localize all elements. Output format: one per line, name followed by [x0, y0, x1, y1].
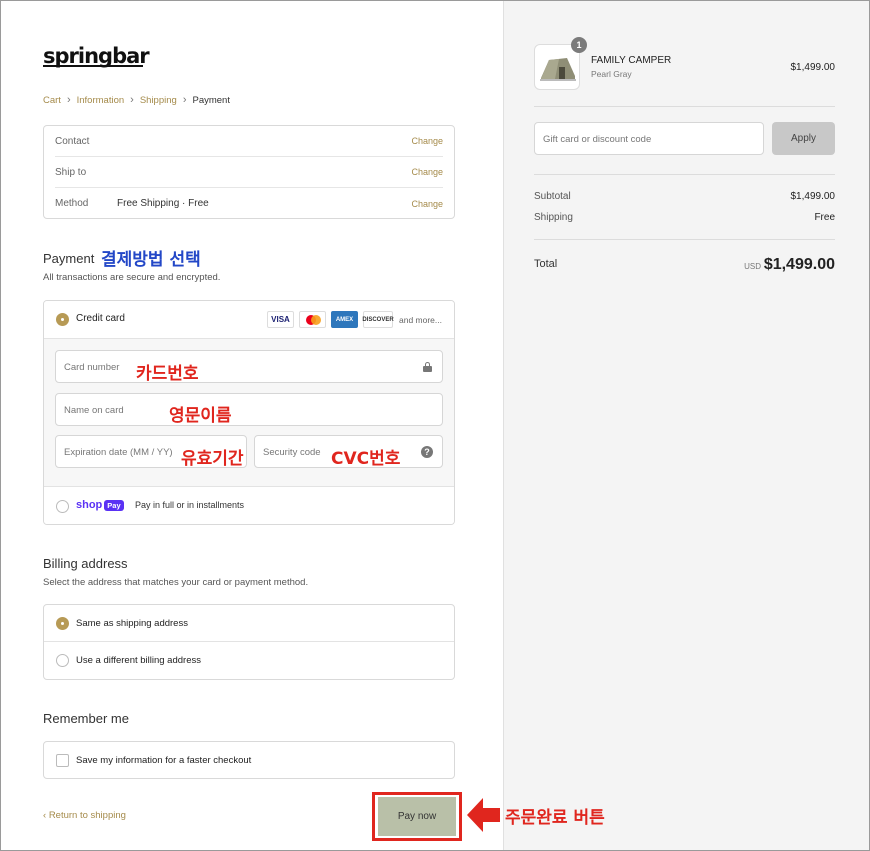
review-row-shipto: Ship to Change: [55, 157, 443, 188]
mastercard-icon: [299, 311, 326, 328]
checkout-main: springbar Cart › Information › Shipping …: [0, 0, 503, 851]
billing-options: Same as shipping address Use a different…: [43, 604, 455, 680]
review-row-contact: Contact Change: [55, 126, 443, 157]
lock-icon: [423, 362, 432, 372]
billing-subtitle: Select the address that matches your car…: [43, 577, 309, 588]
discount-code-input[interactable]: Gift card or discount code: [534, 122, 764, 155]
billing-same-option[interactable]: Same as shipping address: [44, 605, 454, 642]
security-code-placeholder: Security code: [263, 447, 321, 458]
product-price: $1,499.00: [790, 62, 836, 73]
shop-pay-option[interactable]: shop Pay Pay in full or in installments: [44, 487, 454, 524]
credit-card-label: Credit card: [76, 313, 125, 324]
quantity-badge: 1: [571, 37, 587, 53]
divider: [534, 174, 835, 175]
breadcrumb-cart[interactable]: Cart: [43, 95, 61, 106]
change-method-link[interactable]: Change: [411, 199, 443, 209]
pay-now-button[interactable]: Pay now: [378, 797, 456, 836]
name-on-card-annotation: 영문이름: [169, 406, 232, 426]
name-on-card-input[interactable]: Name on card: [55, 393, 443, 426]
expiration-placeholder: Expiration date (MM / YY): [64, 447, 173, 458]
help-question-icon[interactable]: ?: [421, 446, 433, 458]
expiration-annotation: 유효기간: [181, 449, 244, 469]
payment-methods: Credit card VISA AMEX DISCOVER and more.…: [43, 300, 455, 525]
subtotal-label: Subtotal: [534, 191, 571, 202]
breadcrumb-shipping[interactable]: Shipping: [140, 95, 177, 106]
breadcrumb-payment: Payment: [192, 94, 230, 106]
arrow-left-icon: [467, 798, 500, 832]
product-variant: Pearl Gray: [591, 69, 632, 79]
chevron-right-icon: ›: [182, 94, 187, 106]
shop-pay-logo: shop Pay: [76, 499, 124, 511]
billing-different-label: Use a different billing address: [76, 655, 201, 666]
billing-same-label: Same as shipping address: [76, 618, 188, 629]
remember-label: Save my information for a faster checkou…: [76, 755, 252, 766]
discover-icon: DISCOVER: [362, 311, 394, 328]
chevron-right-icon: ›: [130, 94, 134, 106]
shop-pay-radio[interactable]: [56, 500, 69, 513]
billing-different-radio[interactable]: [56, 654, 69, 667]
subtotal-value: $1,499.00: [790, 191, 836, 202]
discount-placeholder: Gift card or discount code: [543, 134, 652, 145]
shipping-label: Shipping: [534, 212, 573, 223]
chevron-right-icon: ›: [66, 94, 71, 106]
apply-button[interactable]: Apply: [772, 122, 835, 155]
breadcrumb-information[interactable]: Information: [77, 95, 125, 106]
total-currency: USD: [744, 262, 761, 271]
card-number-annotation: 카드번호: [136, 364, 199, 384]
visa-icon: VISA: [267, 311, 294, 328]
shipping-value: Free: [814, 212, 835, 223]
name-on-card-placeholder: Name on card: [64, 405, 124, 416]
payment-annotation: 결제방법 선택: [101, 250, 201, 270]
card-number-input[interactable]: Card number: [55, 350, 443, 383]
divider: [534, 106, 835, 107]
amex-icon: AMEX: [331, 311, 358, 328]
card-number-placeholder: Card number: [64, 362, 120, 373]
product-name: FAMILY CAMPER: [591, 55, 672, 66]
shop-pay-text: Pay in full or in installments: [135, 500, 245, 510]
remember-checkbox[interactable]: [56, 754, 69, 767]
credit-card-radio[interactable]: [56, 313, 69, 326]
credit-card-option[interactable]: Credit card VISA AMEX DISCOVER and more.…: [44, 301, 454, 339]
breadcrumb: Cart › Information › Shipping › Payment: [43, 94, 230, 106]
remember-option[interactable]: Save my information for a faster checkou…: [43, 741, 455, 779]
change-shipto-link[interactable]: Change: [411, 167, 443, 177]
review-row-method: Method Free Shipping · Free Change: [55, 188, 443, 219]
shipto-label: Ship to: [55, 166, 87, 178]
billing-same-radio[interactable]: [56, 617, 69, 630]
card-brands: VISA AMEX DISCOVER and more...: [267, 311, 442, 328]
springbar-logo[interactable]: springbar: [43, 44, 150, 68]
method-value: Free Shipping · Free: [117, 198, 209, 209]
more-brands-label: and more...: [399, 314, 442, 325]
return-label: Return to shipping: [48, 810, 126, 821]
payment-subtitle: All transactions are secure and encrypte…: [43, 272, 221, 283]
credit-card-form: Card number 카드번호 Name on card 영문이름 Expir…: [44, 339, 454, 487]
review-box: Contact Change Ship to Change Method Fre…: [43, 125, 455, 219]
payment-heading: Payment: [43, 251, 95, 266]
change-contact-link[interactable]: Change: [411, 136, 443, 146]
billing-heading: Billing address: [43, 556, 128, 571]
security-code-annotation: CVC번호: [331, 449, 401, 469]
divider: [534, 239, 835, 240]
billing-different-option[interactable]: Use a different billing address: [44, 642, 454, 679]
total-value: $1,499.00: [763, 256, 835, 273]
remember-heading: Remember me: [43, 711, 129, 726]
contact-label: Contact: [55, 135, 90, 147]
return-to-shipping-link[interactable]: ‹ Return to shipping: [43, 810, 126, 821]
method-label: Method: [55, 198, 89, 209]
pay-now-annotation: 주문완료 버튼: [505, 808, 605, 828]
total-label: Total: [534, 258, 558, 270]
